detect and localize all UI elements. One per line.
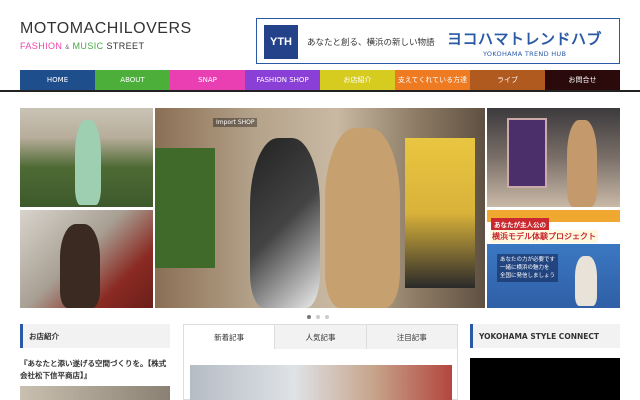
figure-woman	[575, 256, 597, 306]
nav-divider	[0, 90, 640, 92]
shop-thumbnail[interactable]	[20, 386, 170, 400]
photo-model-project[interactable]: あなたが主人公の 横浜モデル体験プロジェクト あなたの力が必要です 一緒に横浜の…	[487, 210, 620, 308]
banner-tagline: あなたと創る、横浜の新しい物語	[307, 38, 435, 48]
shop-window	[507, 118, 547, 188]
plant	[155, 148, 215, 268]
tab-popular-articles[interactable]: 人気記事	[275, 325, 367, 349]
banner-brand-en: YOKOHAMA TREND HUB	[483, 50, 567, 58]
project-note-line: 全国に発信しましょう	[500, 273, 556, 279]
tab-row: 新着記事 人気記事 注目記事	[184, 325, 457, 349]
subtitle-fashion: FASHION	[20, 41, 63, 51]
tab-new-articles[interactable]: 新着記事	[184, 325, 276, 349]
clothing-rack	[405, 138, 475, 288]
slider-dot-3[interactable]	[325, 315, 329, 319]
style-connect-heading: YOKOHAMA STYLE CONNECT	[470, 324, 620, 348]
subtitle-music: MUSIC	[72, 41, 104, 51]
tab-featured-articles[interactable]: 注目記事	[366, 325, 457, 349]
shop-intro-link[interactable]: 『あなたと添い遂げる空間づくりを。【株式会社松下信平商店】』	[20, 358, 170, 382]
project-note-line: あなたの力が必要です	[500, 257, 556, 263]
figure-woman	[75, 120, 101, 205]
slider-dots	[307, 315, 329, 319]
nav-snap[interactable]: SNAP	[170, 70, 245, 90]
trend-hub-banner[interactable]: YTH あなたと創る、横浜の新しい物語 ヨコハマトレンドハブ YOKOHAMA …	[256, 18, 620, 64]
figure-woman-beige-cardigan	[325, 128, 400, 308]
project-head: あなたが主人公の	[491, 218, 549, 230]
page: MOTOMACHILOVERS FASHION & MUSIC STREET Y…	[0, 0, 640, 400]
shop-sign: Import SHOP	[213, 118, 258, 127]
project-title: 横浜モデル体験プロジェクト	[490, 230, 598, 243]
banner-brand: ヨコハマトレンドハブ	[447, 30, 603, 48]
slider-dot-1[interactable]	[307, 315, 311, 319]
photo-woman-door[interactable]	[487, 108, 620, 207]
nav-supporters[interactable]: 支えてくれている方達	[395, 70, 470, 90]
figure-woman	[60, 224, 100, 308]
figure-woman-star-cardigan	[250, 138, 320, 308]
article-thumbnail[interactable]	[190, 365, 452, 400]
project-note: あなたの力が必要です 一緒に横浜の魅力を 全国に発信しましょう	[497, 254, 559, 282]
nav-fashion-shop[interactable]: FASHION SHOP	[245, 70, 320, 90]
hero-slider[interactable]: Import SHOP あなたが主人公の 横浜モデル体験プロジェクト あなたの力…	[20, 108, 620, 308]
subtitle-amp: &	[65, 45, 70, 51]
photo-woman-garden[interactable]	[20, 108, 153, 207]
subtitle-street: STREET	[106, 41, 145, 51]
nav-live[interactable]: ライブ	[470, 70, 545, 90]
nav-about[interactable]: ABOUT	[95, 70, 170, 90]
nav-contact[interactable]: お問合せ	[545, 70, 620, 90]
nav-shop-intro[interactable]: お店紹介	[320, 70, 395, 90]
slider-dot-2[interactable]	[316, 315, 320, 319]
photo-shop-front[interactable]: Import SHOP	[155, 108, 485, 308]
video-embed[interactable]	[470, 358, 620, 400]
main-nav: HOME ABOUT SNAP FASHION SHOP お店紹介 支えてくれて…	[20, 70, 620, 90]
style-connect-widget: YOKOHAMA STYLE CONNECT	[470, 324, 620, 400]
shop-intro-heading: お店紹介	[20, 324, 170, 348]
project-note-line: 一緒に横浜の魅力を	[500, 265, 550, 271]
figure-woman	[567, 120, 597, 207]
shop-intro-widget: お店紹介 『あなたと添い遂げる空間づくりを。【株式会社松下信平商店】』	[20, 324, 170, 400]
site-title[interactable]: MOTOMACHILOVERS	[20, 20, 192, 38]
photo-woman-street[interactable]	[20, 210, 153, 308]
article-tabs: 新着記事 人気記事 注目記事	[183, 324, 458, 400]
nav-home[interactable]: HOME	[20, 70, 95, 90]
yth-logo: YTH	[264, 25, 298, 59]
site-subtitle: FASHION & MUSIC STREET	[20, 41, 144, 51]
